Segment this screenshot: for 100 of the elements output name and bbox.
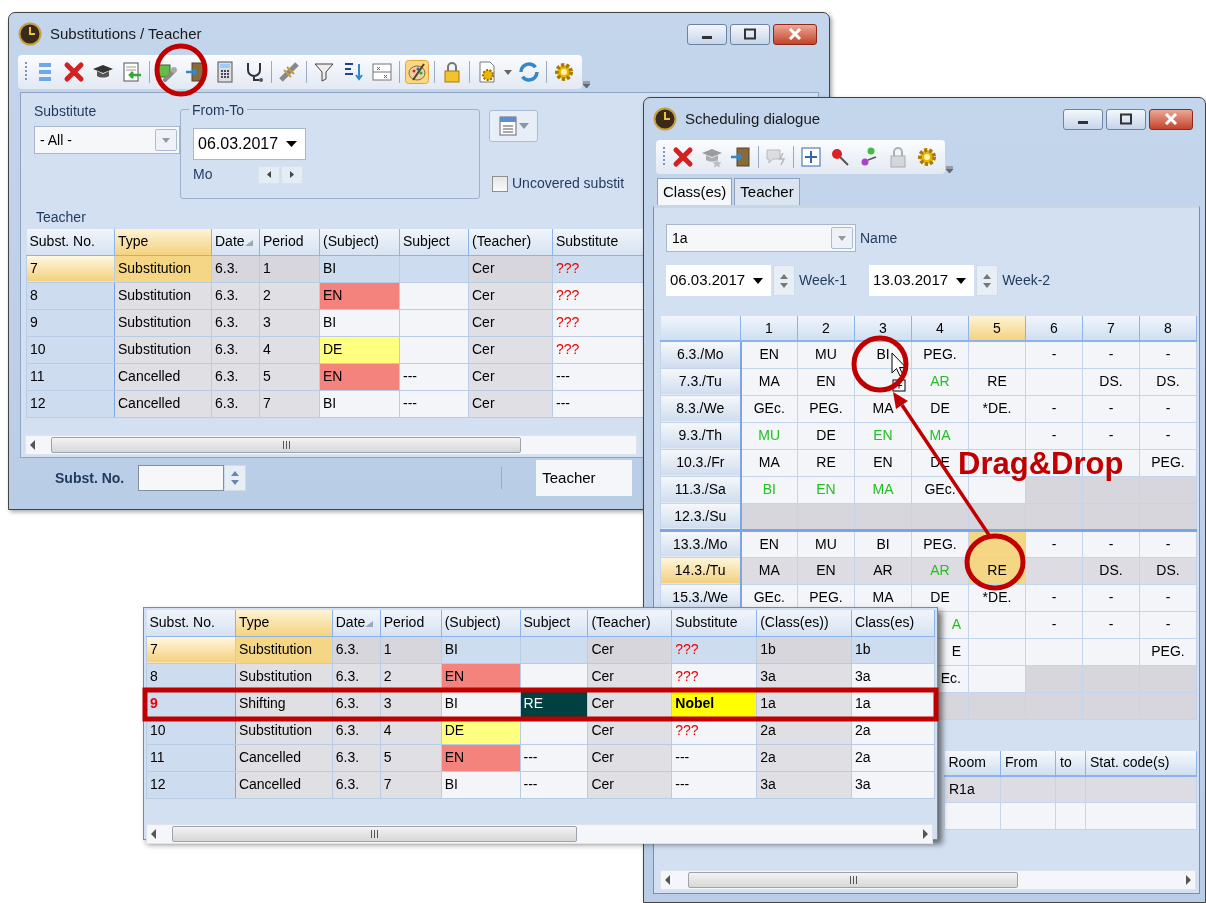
previous-button[interactable] [258,165,281,184]
column-header[interactable]: (Subject) [319,229,400,255]
column-header[interactable]: (Subject) [441,610,520,636]
column-header[interactable]: Subst. No. [146,610,236,636]
delete-icon[interactable] [671,145,695,169]
field-label: Week-2 [1002,271,1051,290]
up-down-arrows-icon [231,470,240,486]
table-cell: Substitution [114,255,212,282]
table-icon[interactable] [370,60,394,84]
filter-icon[interactable] [312,60,336,84]
table-cell: EN [319,363,400,390]
date-field[interactable]: 06.03.2017 [666,265,772,296]
timetable-cell: MU [797,530,855,557]
caret-icon[interactable] [504,69,512,75]
maximize-button[interactable] [730,23,770,45]
spin-buttons[interactable] [773,265,796,296]
horizontal-scrollbar[interactable] [146,823,933,844]
table-cell: 3a [756,771,852,798]
door-arrow-icon[interactable] [729,145,753,169]
column-header[interactable]: Class(es) [851,610,935,636]
maximize-button[interactable] [1106,108,1146,130]
day-label: 9.3./Th [660,422,741,449]
table-cell: BI [441,636,520,663]
column-header[interactable]: (Teacher) [587,610,672,636]
column-header[interactable]: Subst. No. [26,229,115,255]
next-button[interactable] [281,165,304,184]
minimize-button[interactable] [687,23,727,45]
table-cell: DE [319,336,400,363]
spin-buttons[interactable] [224,465,247,491]
grip-icon [370,829,379,838]
delete-icon[interactable] [62,60,86,84]
grip-icon [281,440,291,449]
table-cell: 9 [26,309,115,336]
table-cell: BI [319,390,400,417]
overflow-icon[interactable] [945,166,954,174]
column-header[interactable]: Date [332,610,381,636]
column-header[interactable]: Date [211,229,260,255]
calendar-arrow-icon[interactable] [120,60,144,84]
column-header[interactable]: From [1000,750,1056,776]
spin-buttons[interactable] [976,265,999,296]
column-header[interactable]: Substitute [552,229,645,255]
column-header[interactable]: Subject [520,610,588,636]
tab[interactable]: Teacher [734,178,800,205]
date-field[interactable]: 13.03.2017 [869,265,975,296]
field-label: Subst. No. [55,468,125,488]
settings-icon[interactable] [552,60,576,84]
table-cell: ??? [552,336,645,363]
clock-icon [18,22,42,46]
table-cell: Cer [468,255,553,282]
column-header[interactable]: Stat. code(s) [1085,750,1197,776]
refresh-icon[interactable] [517,60,541,84]
column-header[interactable]: Subject [399,229,469,255]
table-cell: Cancelled [235,771,333,798]
settings-icon[interactable] [915,145,939,169]
class-dropdown[interactable]: 1a [666,224,856,252]
minimize-button[interactable] [1063,108,1103,130]
highlight-circle [964,533,1026,591]
highlight-circle [154,43,208,97]
column-header[interactable]: (Teacher) [468,229,553,255]
move-icon[interactable] [799,145,823,169]
table-cell: --- [399,390,469,417]
close-button[interactable] [1149,108,1193,130]
tab[interactable]: Class(es) [657,178,733,205]
window-title: Scheduling dialogue [685,108,821,129]
caret-icon [518,123,529,129]
calendar-button[interactable] [489,110,538,142]
overflow-icon[interactable] [582,81,591,89]
column-header[interactable]: Type [235,610,333,636]
day-label: 7.3./Tu [660,368,741,395]
view-field[interactable]: Teacher [536,460,633,496]
table-cell: Substitution [235,636,333,663]
column-header[interactable]: Substitute [671,610,757,636]
palette-icon[interactable] [405,60,429,84]
column-header[interactable]: (Class(es)) [756,610,852,636]
column-header[interactable]: Type [114,229,212,255]
grip-icon[interactable] [662,146,666,168]
close-button[interactable] [773,23,817,45]
horizontal-scrollbar[interactable] [25,434,637,455]
highlight-circle [851,335,909,393]
horizontal-scrollbar[interactable] [660,870,1196,890]
table-cell: 1b [756,636,852,663]
day-label: 6.3./Mo [660,341,741,368]
column-header[interactable]: to [1055,750,1086,776]
table-cell: --- [399,363,469,390]
table-cell: 11 [146,744,236,771]
checkbox-label: Uncovered substit [512,174,625,193]
table-cell: EN [319,282,400,309]
table-cell: Cer [468,309,553,336]
column-header[interactable]: Period [380,610,442,636]
grip-icon[interactable] [24,61,28,83]
column-header[interactable]: Room [944,750,1001,776]
table-cell: 2a [851,744,935,771]
table-cell: --- [552,363,645,390]
number-field[interactable] [138,465,225,491]
date-field[interactable]: 06.03.2017 [193,128,307,160]
satellite-icon[interactable] [277,60,301,84]
maximize-icon [743,28,757,40]
substitute-dropdown[interactable]: - All - [34,126,180,154]
checkbox[interactable] [492,175,508,192]
column-header[interactable]: Period [259,229,320,255]
